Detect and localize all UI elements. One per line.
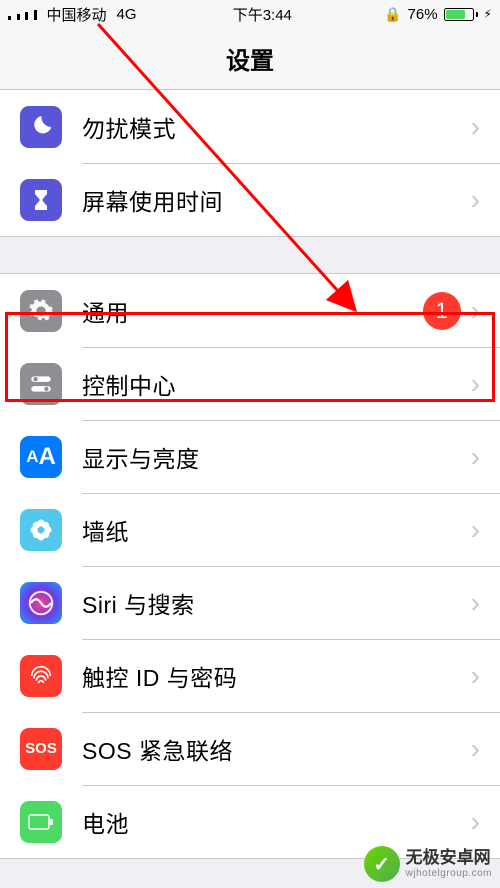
orientation-lock-icon: 🔒 [384,6,401,23]
chevron-right-icon: › [471,733,480,765]
flower-icon [20,509,62,551]
row-wallpaper[interactable]: 墙纸 › [0,493,500,566]
battery-icon [444,8,478,21]
status-left: 中国移动 4G [8,4,141,25]
chevron-right-icon: › [471,441,480,473]
settings-group-2: 通用 1 › 控制中心 › AA 显示与亮度 › 墙纸 › Siri 与搜索 ›… [0,273,500,859]
nav-header: 设置 [0,28,500,90]
row-screentime[interactable]: 屏幕使用时间 › [0,163,500,236]
chevron-right-icon: › [471,184,480,216]
page-title: 设置 [226,41,274,76]
watermark: ✓ 无极安卓网 wjhotelgroup.com [364,846,492,882]
charging-icon: ⚡︎ [484,7,492,21]
row-label: 屏幕使用时间 [82,183,471,217]
row-label: 显示与亮度 [82,440,471,474]
row-siri[interactable]: Siri 与搜索 › [0,566,500,639]
row-dnd[interactable]: 勿扰模式 › [0,90,500,163]
row-label: 控制中心 [82,367,471,401]
battery-percent: 76% [408,6,438,23]
row-label: 电池 [82,805,471,839]
chevron-right-icon: › [471,295,480,327]
battery-fill [446,10,466,19]
chevron-right-icon: › [471,587,480,619]
moon-icon [20,106,62,148]
gear-icon [20,290,62,332]
row-control-center[interactable]: 控制中心 › [0,347,500,420]
text-size-icon: AA [20,436,62,478]
chevron-right-icon: › [471,368,480,400]
chevron-right-icon: › [471,111,480,143]
row-label: 触控 ID 与密码 [82,659,471,693]
signal-icon [8,8,41,20]
carrier-label: 中国移动 [47,4,107,25]
toggles-icon [20,363,62,405]
notification-badge: 1 [423,292,461,330]
siri-icon [20,582,62,624]
row-label: 通用 [82,294,423,328]
watermark-url: wjhotelgroup.com [406,868,492,879]
fingerprint-icon [20,655,62,697]
watermark-title: 无极安卓网 [406,849,492,868]
chevron-right-icon: › [471,514,480,546]
sos-icon: SOS [20,728,62,770]
row-general[interactable]: 通用 1 › [0,274,500,347]
chevron-right-icon: › [471,660,480,692]
row-touchid[interactable]: 触控 ID 与密码 › [0,639,500,712]
hourglass-icon [20,179,62,221]
battery-icon [20,801,62,843]
row-sos[interactable]: SOS SOS 紧急联络 › [0,712,500,785]
watermark-check-icon: ✓ [364,846,400,882]
row-display[interactable]: AA 显示与亮度 › [0,420,500,493]
status-bar: 中国移动 4G 下午3:44 🔒 76% ⚡︎ [0,0,500,28]
row-label: 墙纸 [82,513,471,547]
status-right: 🔒 76% ⚡︎ [384,6,492,23]
network-label: 4G [117,6,137,23]
row-label: SOS 紧急联络 [82,732,471,766]
status-time: 下午3:44 [233,4,292,25]
settings-group-1: 勿扰模式 › 屏幕使用时间 › [0,90,500,237]
chevron-right-icon: › [471,806,480,838]
row-label: 勿扰模式 [82,110,471,144]
row-label: Siri 与搜索 [82,586,471,620]
